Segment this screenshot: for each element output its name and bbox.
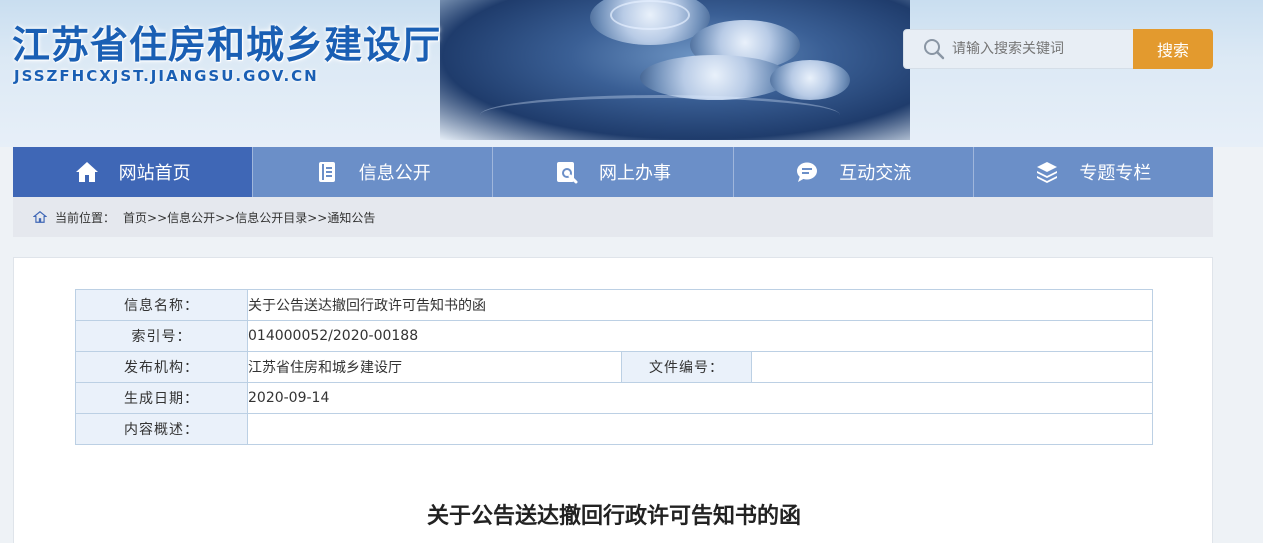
search-box <box>903 29 1135 69</box>
index-label: 索引号： <box>75 320 248 352</box>
table-row: 索引号： 014000052/2020-00188 <box>75 320 1153 352</box>
header-banner-image <box>440 0 910 140</box>
document-title: 关于公告送达撤回行政许可告知书的函 <box>426 504 801 529</box>
home-icon <box>75 162 98 182</box>
nav-item-label: 互动交流 <box>839 163 912 184</box>
search-button[interactable]: 搜索 <box>1133 29 1213 69</box>
document-icon <box>318 162 335 182</box>
site-header: 江苏省住房和城乡建设厅 JSSZFHCXJST.JIANGSU.GOV.CN 搜… <box>0 0 1263 147</box>
nav-item-label: 专题专栏 <box>1079 163 1152 184</box>
name-value: 关于公告送达撤回行政许可告知书的函 <box>247 289 1153 321</box>
index-value: 014000052/2020-00188 <box>247 320 1153 352</box>
org-value: 江苏省住房和城乡建设厅 <box>247 351 622 383</box>
nav-item-home[interactable]: 网站首页 <box>13 147 254 197</box>
nav-item-info-disclosure[interactable]: 信息公开 <box>253 147 494 197</box>
date-value: 2020-09-14 <box>247 382 1153 414</box>
chat-icon <box>797 162 818 182</box>
nav-item-special-topics[interactable]: 专题专栏 <box>974 147 1213 197</box>
nav-item-label: 网站首页 <box>118 163 191 184</box>
main-nav: 网站首页 信息公开 网上办事 互动交流 专题专栏 <box>13 147 1213 197</box>
org-label: 发布机构： <box>75 351 248 383</box>
date-label: 生成日期： <box>75 382 248 414</box>
table-row: 发布机构： 江苏省住房和城乡建设厅 文件编号： <box>75 351 1153 383</box>
site-title[interactable]: 江苏省住房和城乡建设厅 <box>12 14 441 69</box>
table-row: 生成日期： 2020-09-14 <box>75 382 1153 414</box>
table-row: 信息名称： 关于公告送达撤回行政许可告知书的函 <box>75 289 1153 321</box>
summary-value <box>247 413 1153 445</box>
summary-label: 内容概述： <box>75 413 248 445</box>
nav-item-online-services[interactable]: 网上办事 <box>493 147 734 197</box>
content-panel: 信息名称： 关于公告送达撤回行政许可告知书的函 索引号： 014000052/2… <box>13 257 1213 543</box>
search-input[interactable] <box>952 41 1132 57</box>
search-icon <box>924 39 945 60</box>
breadcrumb: 当前位置： 首页>>信息公开>>信息公开目录>>通知公告 <box>13 197 1213 237</box>
layers-icon <box>1037 162 1058 183</box>
home-icon <box>33 211 47 223</box>
nav-item-label: 信息公开 <box>358 163 431 184</box>
docno-value <box>751 351 1153 383</box>
info-meta-table: 信息名称： 关于公告送达撤回行政许可告知书的函 索引号： 014000052/2… <box>75 289 1153 445</box>
nav-item-interaction[interactable]: 互动交流 <box>734 147 974 197</box>
breadcrumb-path[interactable]: 首页>>信息公开>>信息公开目录>>通知公告 <box>123 209 375 226</box>
site-url: JSSZFHCXJST.JIANGSU.GOV.CN <box>14 67 319 85</box>
breadcrumb-prefix: 当前位置： <box>55 210 116 225</box>
name-label: 信息名称： <box>75 289 248 321</box>
docno-label: 文件编号： <box>621 351 752 383</box>
search-doc-icon <box>557 162 578 184</box>
nav-item-label: 网上办事 <box>599 163 671 184</box>
table-row: 内容概述： <box>75 413 1153 445</box>
